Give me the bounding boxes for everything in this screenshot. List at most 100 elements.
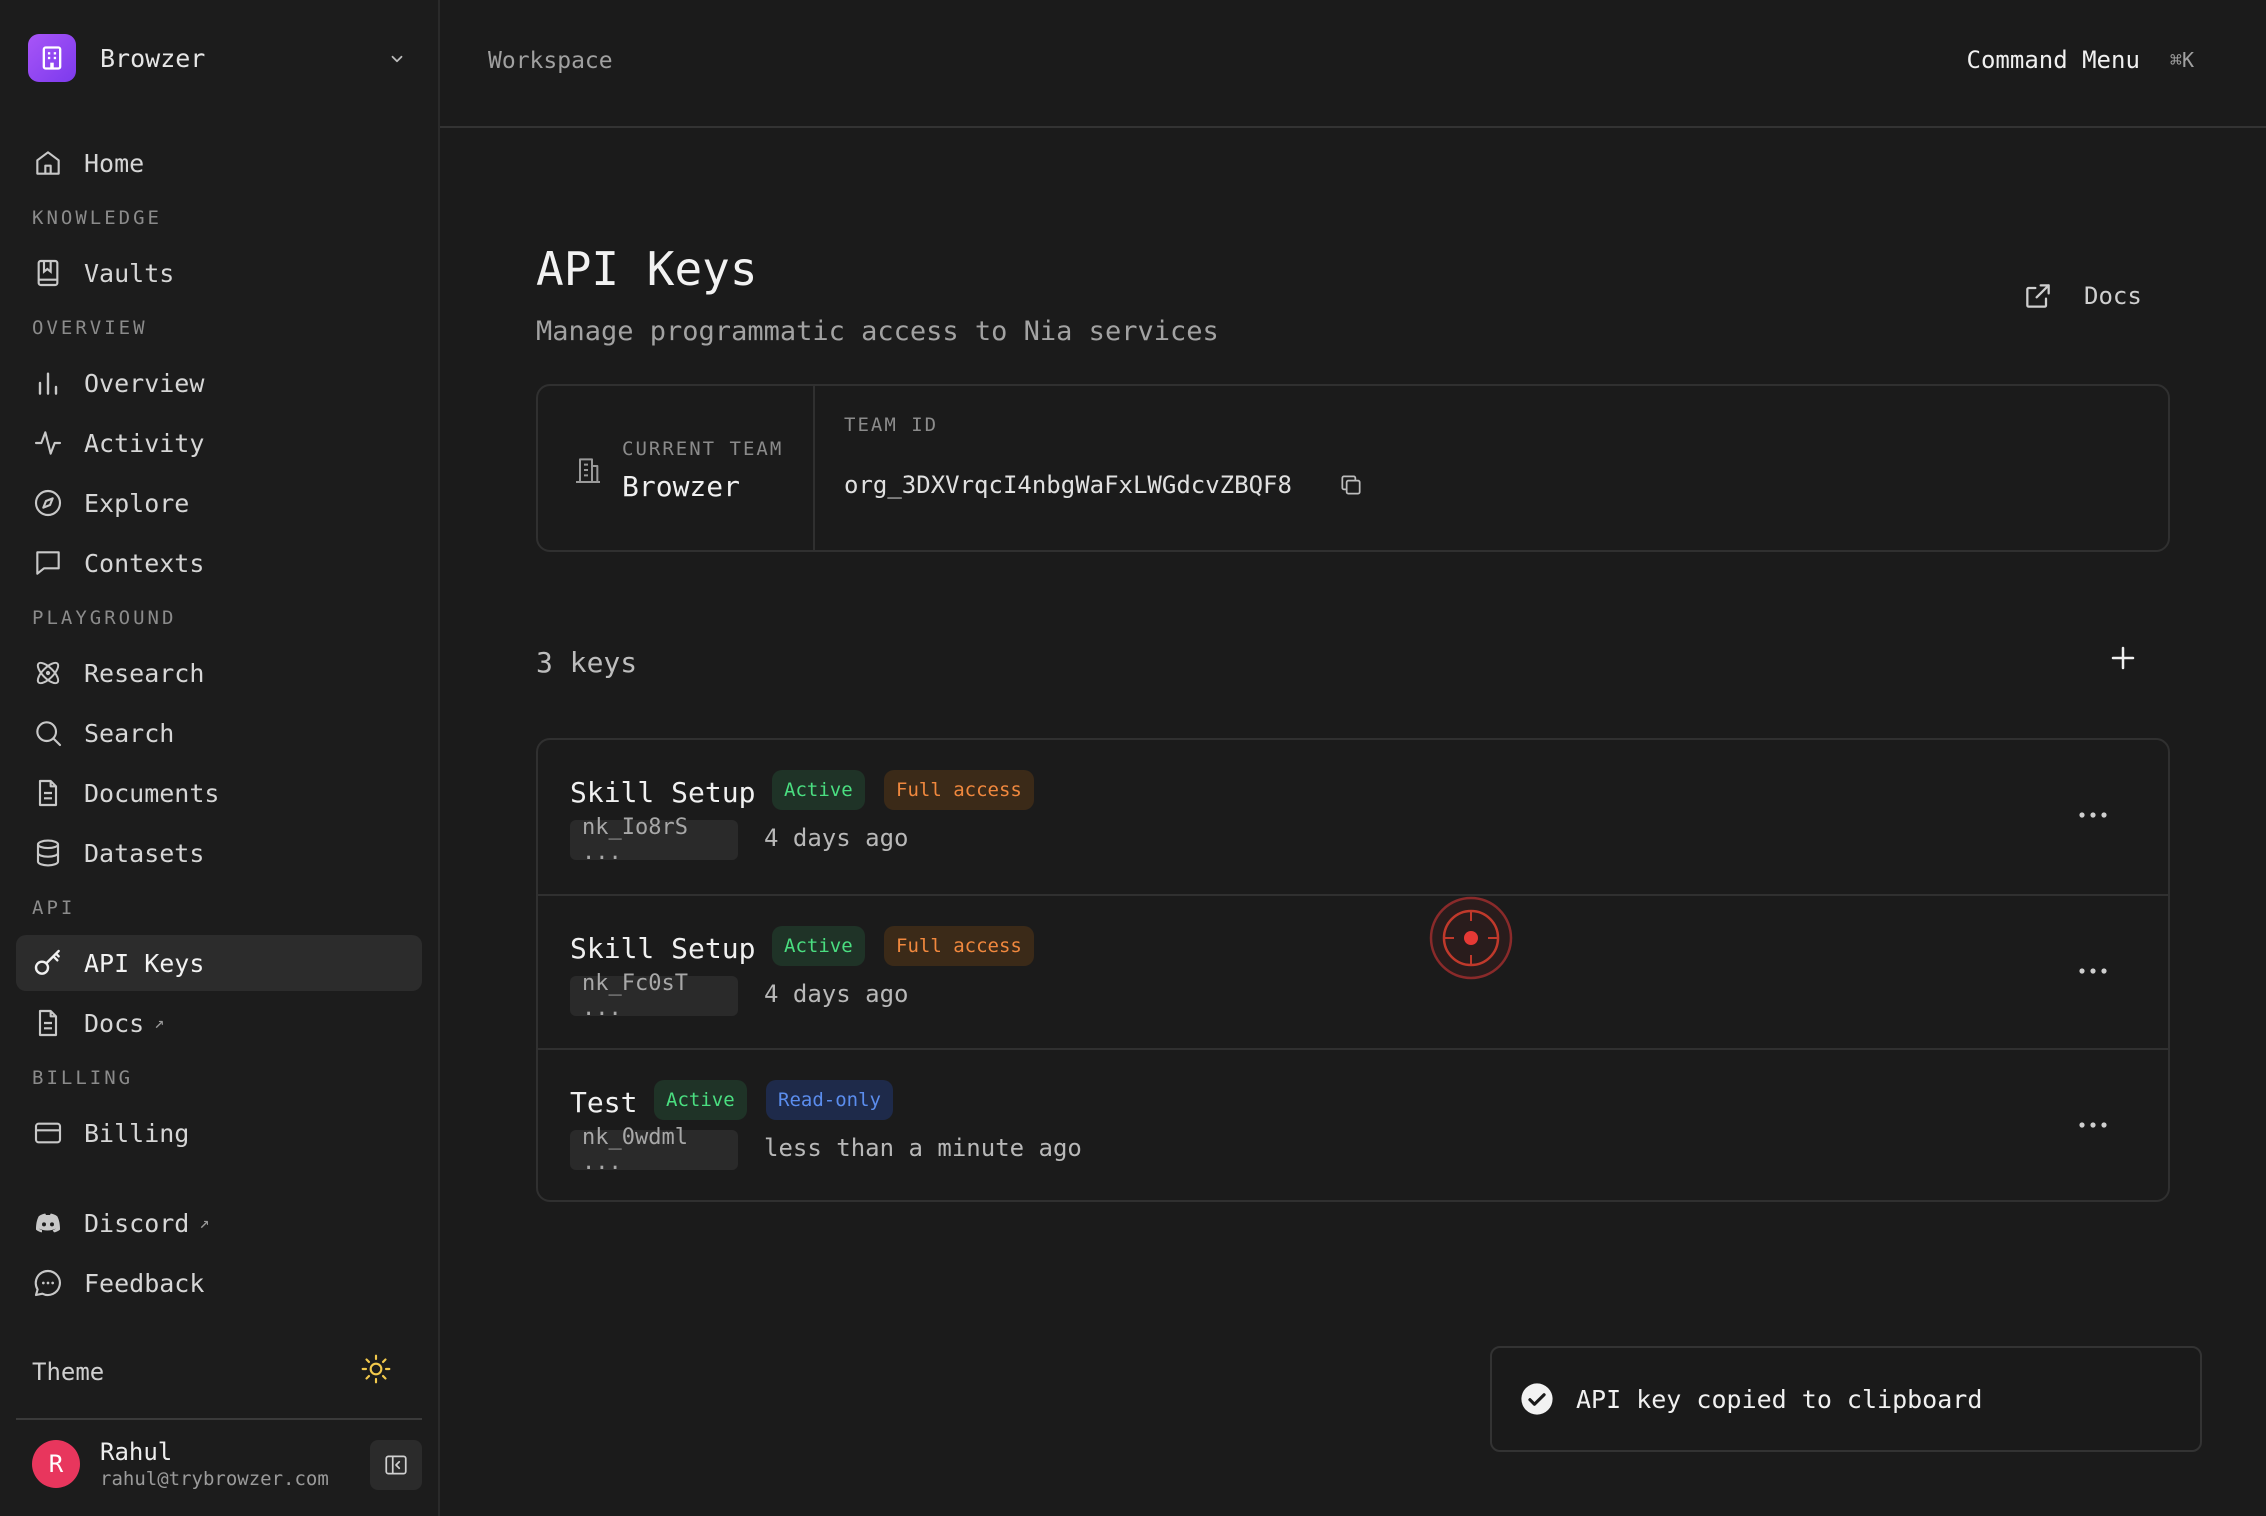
sun-icon[interactable] — [360, 1353, 392, 1391]
panel-left-close-icon — [385, 1455, 407, 1475]
sidebar-item-activity[interactable]: Activity — [16, 415, 422, 471]
sidebar: Browzer Home KNOWLEDGE Vaults OVERVIEW O… — [0, 0, 440, 1516]
table-row[interactable]: Skill Setup Active Full access nk_Fc0sT … — [538, 894, 2168, 1048]
user-email: rahul@trybrowzer.com — [100, 1468, 329, 1490]
sidebar-item-label: Datasets — [84, 838, 205, 868]
more-options-icon[interactable] — [2078, 804, 2108, 823]
sidebar-item-label: Home — [84, 148, 145, 178]
status-badge: Active — [772, 770, 865, 810]
sidebar-item-vaults[interactable]: Vaults — [16, 245, 422, 301]
breadcrumb[interactable]: Workspace — [488, 48, 613, 74]
access-badge: Full access — [884, 770, 1034, 810]
sidebar-item-discord[interactable]: Discord ↗ — [16, 1195, 422, 1251]
chevron-down-icon[interactable] — [388, 50, 406, 72]
external-link-icon — [2026, 284, 2050, 308]
team-switcher[interactable]: Browzer — [28, 34, 205, 82]
toast-message: API key copied to clipboard — [1576, 1384, 1983, 1414]
atom-icon — [36, 661, 60, 685]
key-name: Skill Setup — [570, 776, 756, 809]
sidebar-item-label: Documents — [84, 778, 220, 808]
sidebar-item-label: API Keys — [84, 948, 205, 978]
access-badge: Full access — [884, 926, 1034, 966]
masked-key[interactable]: nk_Io8rS ... — [570, 815, 738, 865]
database-icon — [36, 839, 60, 867]
created-time: 4 days ago — [764, 824, 909, 852]
page-title: API Keys — [536, 242, 758, 296]
collapse-sidebar-button[interactable] — [370, 1440, 422, 1490]
bar-chart-icon — [38, 372, 58, 395]
status-badge: Active — [654, 1080, 747, 1120]
team-name: Browzer — [100, 43, 206, 73]
sidebar-item-api-keys[interactable]: API Keys — [16, 935, 422, 991]
external-link-arrow-icon: ↗ — [154, 1013, 165, 1033]
keys-count: 3 keys — [536, 646, 638, 679]
sidebar-item-label: Billing — [84, 1118, 190, 1148]
team-card: CURRENT TEAM Browzer TEAM ID org_3DXVrqc… — [536, 384, 2170, 552]
table-row[interactable]: Skill Setup Active Full access nk_Io8rS … — [538, 740, 2168, 894]
sidebar-item-home[interactable]: Home — [16, 135, 422, 191]
sidebar-item-label: Search — [84, 718, 175, 748]
masked-key[interactable]: nk_0wdml ... — [570, 1125, 738, 1175]
credit-card-icon — [34, 1122, 62, 1144]
user-name: Rahul — [100, 1438, 173, 1466]
copy-icon[interactable] — [1338, 472, 1364, 502]
sidebar-item-label: Research — [84, 658, 205, 688]
divider — [16, 1418, 422, 1420]
check-circle-icon — [1521, 1383, 1553, 1415]
sidebar-item-overview[interactable]: Overview — [16, 355, 422, 411]
home-icon — [36, 151, 60, 175]
compass-icon — [34, 489, 62, 517]
created-time: less than a minute ago — [764, 1134, 1082, 1162]
user-profile[interactable]: R Rahul rahul@trybrowzer.com — [32, 1438, 329, 1490]
sidebar-item-feedback[interactable]: Feedback — [16, 1255, 422, 1311]
sidebar-item-label: Vaults — [84, 258, 175, 288]
building-icon — [572, 454, 604, 490]
current-team-panel: CURRENT TEAM Browzer — [538, 386, 815, 550]
current-team-name: Browzer — [622, 470, 741, 503]
section-api: API — [32, 897, 76, 919]
sidebar-item-research[interactable]: Research — [16, 645, 422, 701]
sidebar-item-label: Discord — [84, 1208, 190, 1238]
avatar: R — [32, 1440, 80, 1488]
section-overview: OVERVIEW — [32, 317, 148, 339]
command-menu-button[interactable]: Command Menu ⌘K — [1967, 46, 2194, 74]
team-id-value: org_3DXVrqcI4nbgWaFxLWGdcvZBQF8 — [844, 471, 1292, 499]
activity-pulse-icon — [34, 431, 62, 455]
created-time: 4 days ago — [764, 980, 909, 1008]
click-target-indicator-icon — [1429, 896, 1513, 980]
sidebar-item-datasets[interactable]: Datasets — [16, 825, 422, 881]
masked-key[interactable]: nk_Fc0sT ... — [570, 971, 738, 1021]
add-key-button[interactable] — [2108, 643, 2138, 677]
sidebar-item-documents[interactable]: Documents — [16, 765, 422, 821]
external-link-arrow-icon: ↗ — [199, 1213, 210, 1233]
table-row[interactable]: Test Active Read-only nk_0wdml ... less … — [538, 1048, 2168, 1200]
sidebar-item-billing[interactable]: Billing — [16, 1105, 422, 1161]
section-billing: BILLING — [32, 1067, 134, 1089]
sidebar-item-label: Activity — [84, 428, 205, 458]
file-text-icon — [38, 779, 58, 807]
docs-link[interactable]: Docs — [2022, 280, 2142, 312]
sidebar-item-label: Docs — [84, 1008, 145, 1038]
browzer-logo-icon — [28, 34, 76, 82]
sidebar-item-label: Explore — [84, 488, 190, 518]
section-knowledge: KNOWLEDGE — [32, 207, 162, 229]
current-team-label: CURRENT TEAM — [622, 438, 784, 460]
more-options-icon[interactable] — [2078, 1114, 2108, 1133]
access-badge: Read-only — [766, 1080, 893, 1120]
theme-label: Theme — [32, 1358, 105, 1386]
key-name: Test — [570, 1086, 638, 1119]
sidebar-item-explore[interactable]: Explore — [16, 475, 422, 531]
status-badge: Active — [772, 926, 865, 966]
section-playground: PLAYGROUND — [32, 607, 177, 629]
sidebar-item-docs[interactable]: Docs ↗ — [16, 995, 422, 1051]
key-icon — [34, 949, 60, 975]
message-circle-icon — [34, 1269, 61, 1297]
vault-book-icon — [37, 259, 59, 287]
sidebar-item-contexts[interactable]: Contexts — [16, 535, 422, 591]
sidebar-item-search[interactable]: Search — [16, 705, 422, 761]
discord-icon — [36, 1213, 60, 1233]
plus-icon — [2111, 646, 2135, 670]
message-square-icon — [36, 551, 60, 575]
more-options-icon[interactable] — [2078, 960, 2108, 979]
api-keys-list: Skill Setup Active Full access nk_Io8rS … — [536, 738, 2170, 1202]
